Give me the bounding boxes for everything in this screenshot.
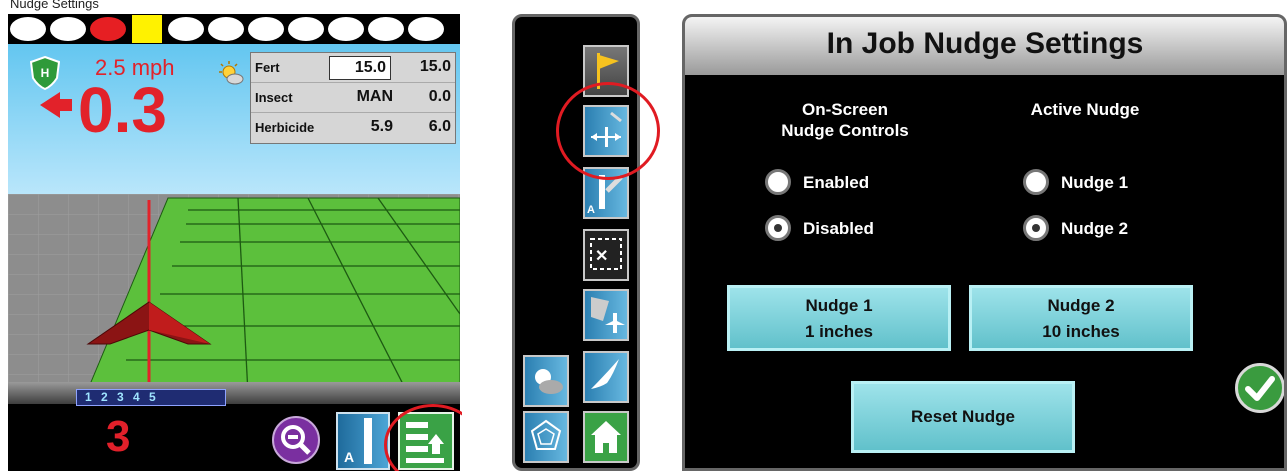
product-row[interactable]: Insect MAN 0.0 [251,83,455,113]
nudge2-radio-option[interactable]: Nudge 2 [1023,213,1173,245]
dialog-header: In Job Nudge Settings [685,17,1284,75]
product-target: 15.0 [329,56,391,80]
svg-text:✕: ✕ [595,248,608,265]
aerial-icon[interactable] [583,289,629,341]
left-arrow-stem [58,99,72,111]
lightbar [8,14,460,44]
zoom-out-icon[interactable] [272,416,320,464]
disabled-label: Disabled [803,219,874,238]
product-name: Fert [255,60,280,75]
left-arrow-icon [40,92,60,118]
enabled-radio-option[interactable]: Enabled [765,167,915,199]
caption-text: Nudge Settings [10,0,99,11]
product-row[interactable]: Fert 15.0 15.0 [251,53,455,83]
checkmark-icon[interactable] [1235,363,1284,413]
home-icon[interactable] [583,411,629,463]
radio-button[interactable] [1023,169,1049,195]
reset-nudge-button[interactable]: Reset Nudge [851,381,1075,453]
lightbar-led [288,17,324,41]
lightbar-led [328,17,364,41]
status-overlay: H 2.5 mph 0.3 Fert 15.0 15.0 Insect MAN … [8,44,460,194]
web-icon[interactable] [523,411,569,463]
lightbar-led [208,17,244,41]
nudge1-radio-option[interactable]: Nudge 1 [1023,167,1173,199]
radio-button-selected[interactable] [1023,215,1049,241]
product-actual: 15.0 [419,58,451,75]
section-count: 3 [106,412,131,461]
product-name: Insect [255,90,293,105]
weather-icon[interactable] [523,355,569,407]
product-rate-table: Fert 15.0 15.0 Insect MAN 0.0 Herbicide … [250,52,456,144]
onscreen-header-line2: Nudge Controls [781,121,909,140]
product-row[interactable]: Herbicide 5.9 6.0 [251,113,455,142]
nudge1-radio-label: Nudge 1 [1061,173,1129,192]
active-nudge-header: Active Nudge [1030,100,1140,119]
product-name: Herbicide [255,120,315,135]
row-selector[interactable]: 1 2 3 4 5 [76,389,226,406]
svg-text:A: A [587,204,595,216]
onscreen-header-line1: On-Screen [802,100,888,119]
radio-button-selected[interactable] [765,215,791,241]
product-actual: 6.0 [428,118,451,135]
guidance-screen: Nudge Settings H 2.5 mph 0.3 Fert 15.0 1… [0,0,462,471]
nudge1-button-value: 1 inches [804,322,874,341]
cross-track-error: 0.3 [78,74,167,146]
lightbar-led-active [90,17,126,41]
lightbar-led [168,17,204,41]
svg-text:A: A [344,449,354,465]
nudge-settings-dialog: In Job Nudge Settings On-Screen Nudge Co… [682,14,1287,471]
lightbar-led [408,17,444,41]
nudge2-button-title: Nudge 2 [1047,296,1115,315]
field-mapping-icon[interactable]: ✕ [583,229,629,281]
lightbar-led [10,17,46,41]
bird-icon[interactable] [583,351,629,403]
product-actual: 0.0 [428,88,451,105]
lightbar-led [368,17,404,41]
shield-icon: H [30,56,60,90]
svg-text:H: H [41,66,50,80]
sun-icon [219,61,244,85]
nudge2-value-button[interactable]: Nudge 2 10 inches [969,285,1193,351]
field-perspective [8,194,460,394]
product-target: 5.9 [370,118,393,135]
lightbar-center [132,15,162,43]
ab-line-icon[interactable]: A [336,412,390,470]
nudge2-radio-label: Nudge 2 [1061,219,1129,238]
lightbar-led [50,17,86,41]
nudge1-value-button[interactable]: Nudge 1 1 inches [727,285,951,351]
dialog-title: In Job Nudge Settings [826,27,1144,60]
highlight-circle [556,82,660,180]
radio-button[interactable] [765,169,791,195]
disabled-radio-option[interactable]: Disabled [765,213,915,245]
nudge2-button-value: 10 inches [1042,322,1120,341]
lightbar-led [248,17,284,41]
product-target: MAN [356,88,393,105]
nudge1-button-title: Nudge 1 [805,296,873,315]
field-view [8,194,460,394]
enabled-label: Enabled [803,173,870,192]
onscreen-controls-header: On-Screen Nudge Controls [755,99,935,141]
